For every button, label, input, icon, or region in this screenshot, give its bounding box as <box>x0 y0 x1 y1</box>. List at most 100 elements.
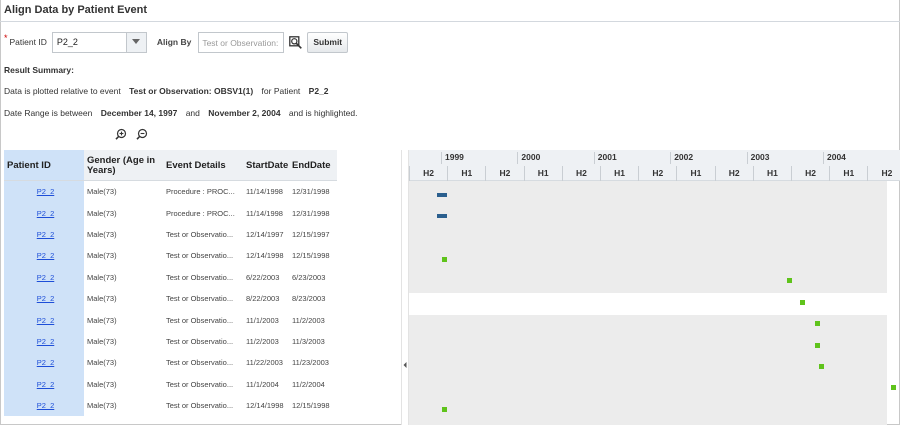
patient-id-link[interactable]: P2_2 <box>37 187 55 196</box>
event-details-cell: Test or Observatio... <box>166 336 234 346</box>
event-point[interactable] <box>441 256 447 262</box>
timeline-half-label: H1 <box>676 166 714 181</box>
column-header-gender[interactable]: Gender (Age in Years) <box>84 150 163 180</box>
table-row[interactable]: P2_2 Male(73) Test or Observatio... 12/14/1… <box>4 394 337 417</box>
table-row[interactable]: P2_2 Male(73) Test or Observatio... 6/22/20… <box>4 266 337 288</box>
patient-id-cell[interactable]: P2_2 <box>4 309 84 331</box>
event-point[interactable] <box>787 278 793 284</box>
end-date-cell: 11/2/2004 <box>292 379 325 389</box>
table-row[interactable]: P2_2 Male(73) Test or Observatio... 8/22/20… <box>4 287 337 310</box>
event-details-cell: Test or Observatio... <box>166 294 234 304</box>
table-row[interactable]: P2_2 Male(73) Test or Observatio... 11/2/20… <box>4 330 337 353</box>
gender-cell: Male(73) <box>87 315 117 325</box>
patient-id-cell[interactable]: P2_2 <box>4 202 84 224</box>
summary-start-date: December 14, 1997 <box>100 108 178 118</box>
summary-event: Test or Observation: OBSV1(1) <box>129 86 254 96</box>
event-point[interactable] <box>814 342 820 348</box>
zoom-out-icon[interactable] <box>136 128 148 140</box>
table-row[interactable]: P2_2 Male(73) Test or Observatio... 11/1/20… <box>4 373 337 395</box>
timeline-year-label: 2001 <box>593 152 617 164</box>
event-details-cell: Test or Observatio... <box>166 358 234 368</box>
patient-id-link[interactable]: P2_2 <box>37 294 55 303</box>
table-row[interactable]: P2_2 Male(73) Procedure : PROC... 11/14/199… <box>4 181 337 203</box>
table-row[interactable]: P2_2 Male(73) Test or Observatio... 11/1/20… <box>4 309 337 331</box>
start-date-cell: 12/14/1998 <box>246 251 284 261</box>
event-point[interactable] <box>819 363 825 369</box>
summary-line2-and: and <box>185 108 200 118</box>
timeline-year-label: 2000 <box>517 152 540 164</box>
patient-id-cell[interactable]: P2_2 <box>4 394 84 417</box>
end-date-cell: 8/23/2003 <box>292 294 326 304</box>
table-row[interactable]: P2_2 Male(73) Test or Observatio... 12/14/1… <box>4 223 337 246</box>
start-date-cell: 8/22/2003 <box>246 294 280 304</box>
event-details-cell: Test or Observatio... <box>166 251 234 261</box>
patient-id-link[interactable]: P2_2 <box>37 401 55 410</box>
align-by-input[interactable]: Test or Observation: <box>198 31 285 53</box>
timeline-year-label: 2002 <box>670 152 693 164</box>
timeline-half-label: H2 <box>485 166 523 181</box>
end-date-cell: 12/15/1997 <box>292 229 330 239</box>
event-point[interactable] <box>799 299 805 305</box>
patient-id-cell[interactable]: P2_2 <box>4 352 84 374</box>
patient-id-cell[interactable]: P2_2 <box>4 245 84 267</box>
gender-cell: Male(73) <box>87 294 117 304</box>
patient-id-link[interactable]: P2_2 <box>37 230 55 239</box>
summary-line2-suffix: and is highlighted. <box>288 108 358 118</box>
end-date-cell: 12/31/1998 <box>292 208 330 218</box>
patient-id-link[interactable]: P2_2 <box>37 316 55 325</box>
result-summary-heading: Result Summary: <box>4 65 74 75</box>
patient-id-cell[interactable]: P2_2 <box>4 373 84 395</box>
start-date-cell: 12/14/1998 <box>246 401 284 411</box>
event-point[interactable] <box>891 385 897 391</box>
column-header-patient-id[interactable]: Patient ID <box>4 150 84 180</box>
patient-id-cell[interactable]: P2_2 <box>4 266 84 288</box>
gender-cell: Male(73) <box>87 401 117 411</box>
end-date-cell: 12/15/1998 <box>292 251 330 261</box>
event-bar[interactable] <box>437 214 448 219</box>
summary-line1-prefix: Data is plotted relative to event <box>4 86 121 96</box>
timeline-half-label: H1 <box>523 166 562 181</box>
column-header-event-details[interactable]: Event Details <box>163 150 243 180</box>
start-date-cell: 11/1/2003 <box>246 315 279 325</box>
collapse-left-icon[interactable] <box>403 360 407 370</box>
event-details-cell: Test or Observatio... <box>166 272 234 282</box>
patient-id-link[interactable]: P2_2 <box>37 209 55 218</box>
patient-id-select[interactable]: P2_2 <box>51 31 147 53</box>
patient-id-link[interactable]: P2_2 <box>37 380 55 389</box>
event-point[interactable] <box>441 406 447 412</box>
event-bar[interactable] <box>437 192 448 197</box>
search-icon[interactable] <box>288 35 302 49</box>
table-row[interactable]: P2_2 Male(73) Test or Observatio... 12/14/1… <box>4 245 337 267</box>
event-point[interactable] <box>814 321 820 327</box>
event-details-cell: Test or Observatio... <box>166 379 234 389</box>
column-header-end-date[interactable]: EndDate <box>289 150 337 180</box>
gender-cell: Male(73) <box>87 187 117 197</box>
timeline-half-label: H1 <box>752 166 791 181</box>
timeline-half-label: H2 <box>714 166 753 181</box>
table-row[interactable]: P2_2 Male(73) Procedure : PROC... 11/14/199… <box>4 202 337 224</box>
patient-id-link[interactable]: P2_2 <box>37 337 55 346</box>
patient-id-link[interactable]: P2_2 <box>37 358 55 367</box>
chevron-down-icon[interactable] <box>125 32 146 52</box>
end-date-cell: 11/2/2003 <box>292 315 325 325</box>
patient-id-link[interactable]: P2_2 <box>37 251 55 260</box>
table-row[interactable]: P2_2 Male(73) Test or Observatio... 11/22/2… <box>4 352 337 374</box>
timeline-year-label: 2004 <box>823 152 846 164</box>
start-date-cell: 11/2/2003 <box>246 336 279 346</box>
summary-end-date: November 2, 2004 <box>208 108 281 118</box>
timeline-body <box>409 181 900 425</box>
pane-splitter[interactable] <box>401 150 409 425</box>
event-details-cell: Procedure : PROC... <box>166 187 235 197</box>
patient-id-cell[interactable]: P2_2 <box>4 181 84 203</box>
timeline-half-label: H1 <box>600 166 638 181</box>
zoom-in-icon[interactable] <box>115 128 127 140</box>
event-details-cell: Test or Observatio... <box>166 401 234 411</box>
patient-id-link[interactable]: P2_2 <box>37 273 55 282</box>
timeline-half-label: H2 <box>791 166 829 181</box>
patient-form: * Patient ID P2_2 Align By Test or Obser… <box>4 31 349 53</box>
patient-id-cell[interactable]: P2_2 <box>4 330 84 353</box>
patient-id-cell[interactable]: P2_2 <box>4 223 84 246</box>
submit-button[interactable]: Submit <box>307 31 349 53</box>
column-header-start-date[interactable]: StartDate <box>243 150 289 180</box>
patient-id-cell[interactable]: P2_2 <box>4 287 84 310</box>
